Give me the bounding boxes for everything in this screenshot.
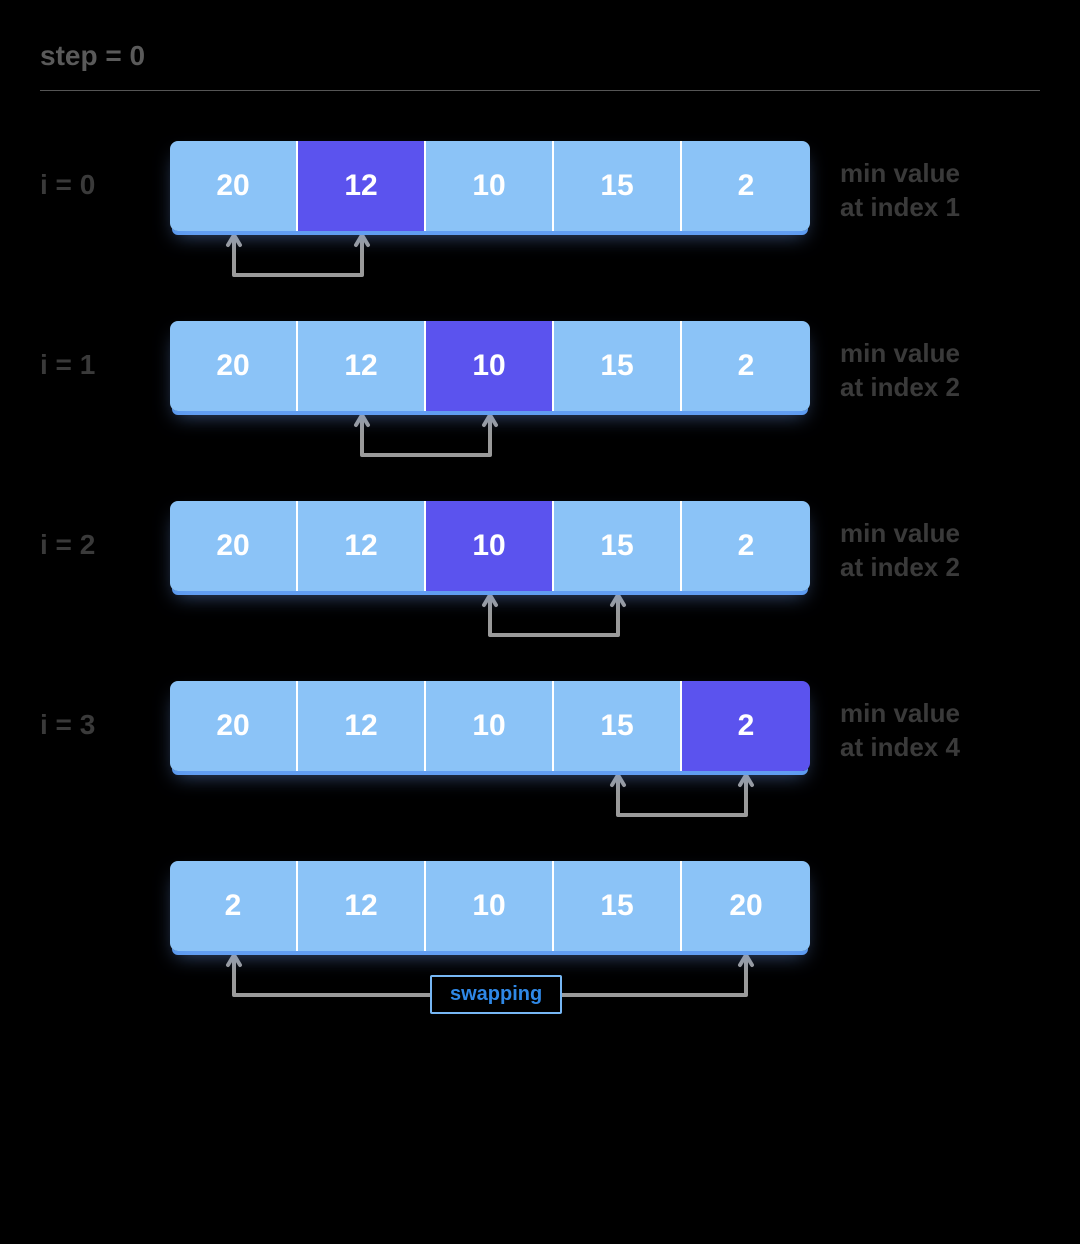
array-cell: 20 [170,501,298,591]
array-wrap: 201210152 [170,681,810,771]
row-annotation: min valueat index 1 [840,141,960,225]
array-cell: 15 [554,681,682,771]
array: 201210152 [170,501,810,591]
array-cell: 2 [682,321,810,411]
diagram-row: i = 1201210152 min valueat index 2 [40,321,1040,471]
array-wrap: 212101520swapping [170,861,810,951]
array-cell: 20 [170,141,298,231]
array-cell: 2 [682,141,810,231]
array-cell: 20 [682,861,810,951]
array-cell: 15 [554,321,682,411]
index-label: i = 2 [40,501,170,561]
index-label: i = 0 [40,141,170,201]
array-cell: 20 [170,321,298,411]
diagram-row: i = 3201210152 min valueat index 4 [40,681,1040,831]
array-cell: 2 [682,501,810,591]
divider [40,90,1040,91]
row-annotation: min valueat index 2 [840,501,960,585]
compare-bracket [170,229,810,299]
array-cell: 15 [554,861,682,951]
swap-tag: swapping [430,975,562,1014]
index-label: i = 1 [40,321,170,381]
array-cell: 2 [682,681,810,771]
array-cell: 12 [298,861,426,951]
compare-bracket [170,409,810,479]
index-label: i = 3 [40,681,170,741]
array-wrap: 201210152 [170,501,810,591]
index-label [40,861,170,889]
array-cell: 2 [170,861,298,951]
array-cell: 12 [298,321,426,411]
array-cell: 15 [554,501,682,591]
array-cell: 10 [426,321,554,411]
array-cell: 10 [426,501,554,591]
array: 212101520 [170,861,810,951]
diagram-row: i = 2201210152 min valueat index 2 [40,501,1040,651]
diagram-row: i = 0201210152 min valueat index 1 [40,141,1040,291]
array-cell: 15 [554,141,682,231]
array: 201210152 [170,681,810,771]
swap-row: 212101520 swapping [40,861,1040,1031]
step-label: step = 0 [40,40,1040,72]
array-cell: 12 [298,681,426,771]
row-annotation: min valueat index 4 [840,681,960,765]
array-cell: 20 [170,681,298,771]
array-cell: 12 [298,501,426,591]
compare-bracket [170,589,810,659]
array-wrap: 201210152 [170,141,810,231]
array-cell: 10 [426,861,554,951]
compare-bracket [170,769,810,839]
array-cell: 10 [426,141,554,231]
array: 201210152 [170,321,810,411]
array-cell: 12 [298,141,426,231]
diagram-rows: i = 0201210152min valueat index 1i = 120… [40,141,1040,1031]
array-wrap: 201210152 [170,321,810,411]
array-cell: 10 [426,681,554,771]
row-annotation: min valueat index 2 [840,321,960,405]
array: 201210152 [170,141,810,231]
